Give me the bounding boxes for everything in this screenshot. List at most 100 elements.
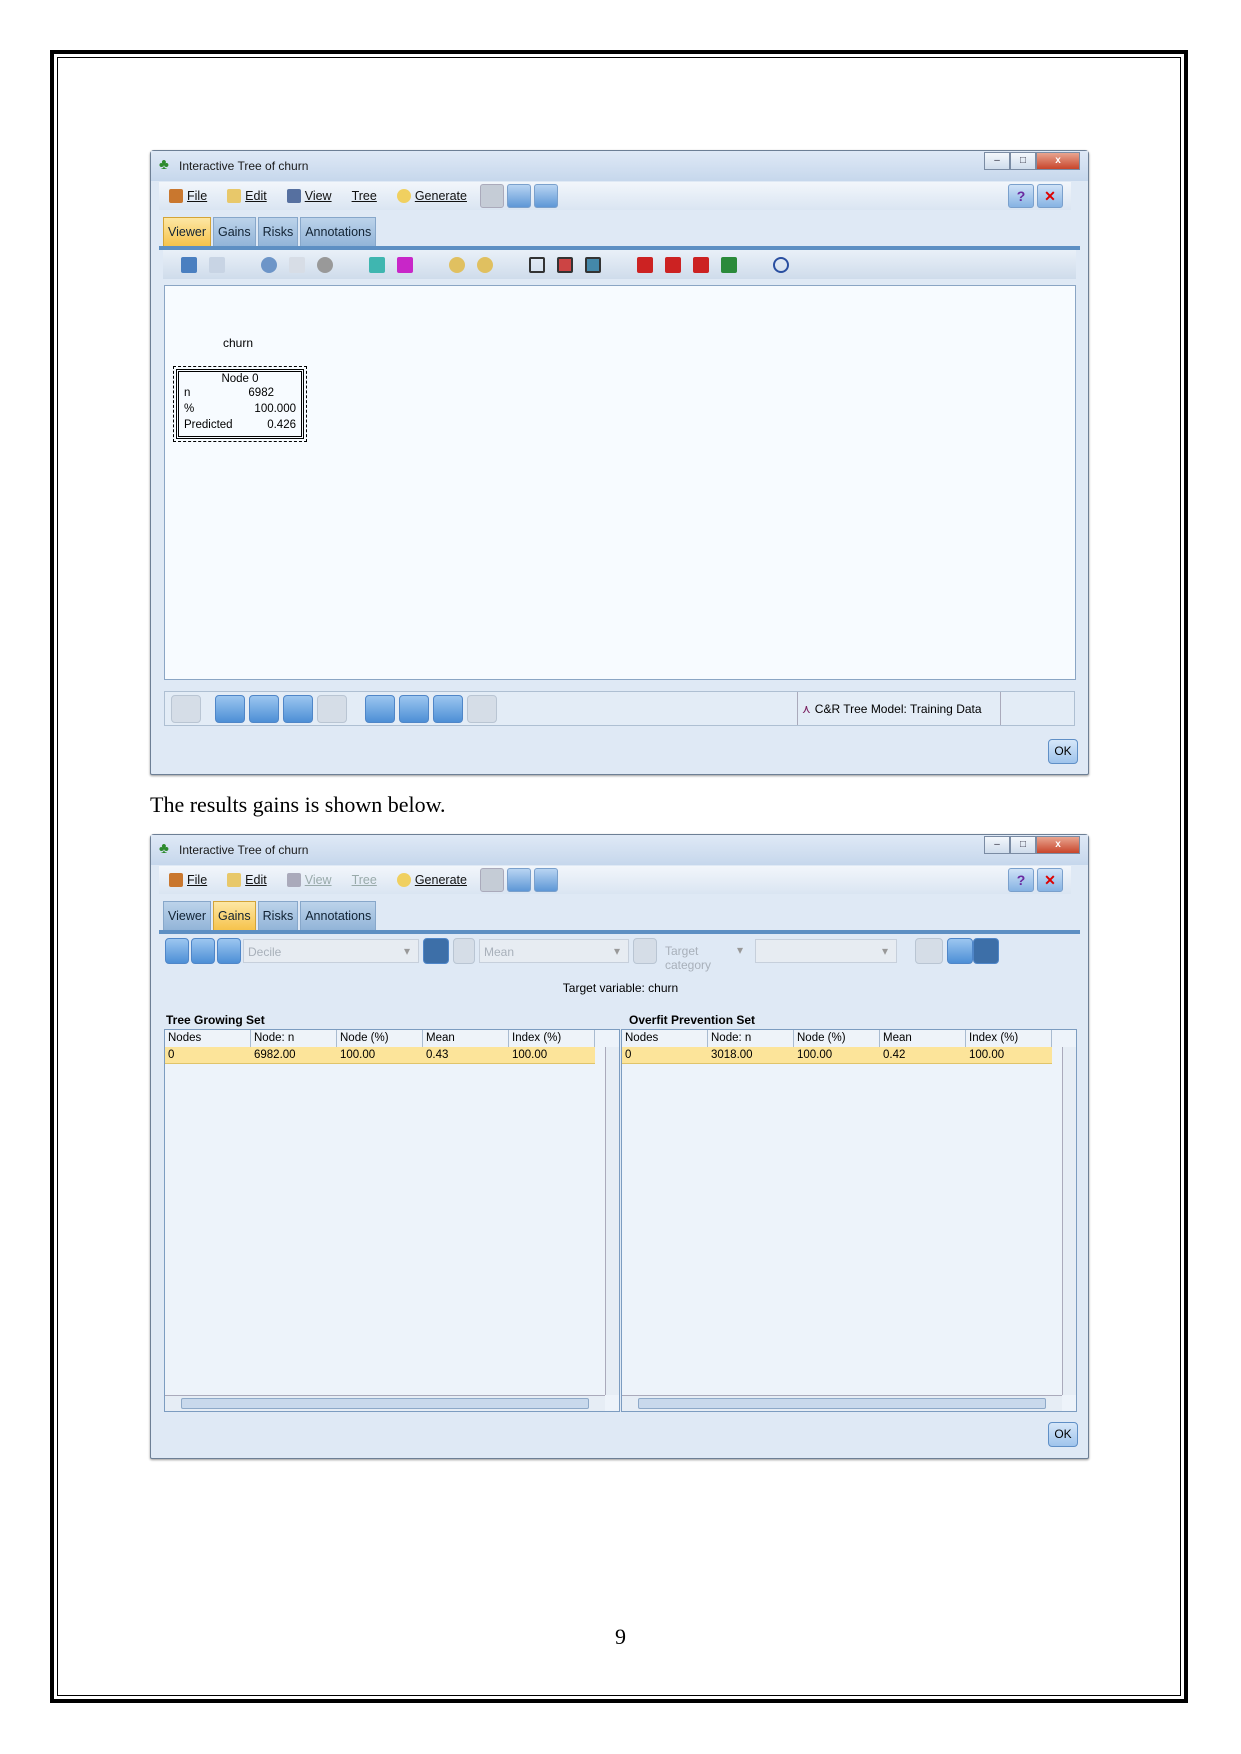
print-button[interactable] (506, 184, 531, 208)
ok-button[interactable]: OK (1048, 1422, 1078, 1447)
horizontal-scrollbar[interactable] (622, 1395, 1062, 1411)
tree-map-icon[interactable] (721, 256, 737, 273)
gains-toolbar: Decile Mean Target category (163, 936, 1076, 972)
graph-view-icon[interactable] (557, 256, 573, 273)
close-dialog-button[interactable]: ✕ (1037, 184, 1063, 208)
menu-generate[interactable]: Generate (396, 189, 467, 203)
quantiles-icon[interactable] (217, 937, 241, 964)
sort-descending-icon[interactable] (973, 937, 999, 964)
tab-viewer[interactable]: Viewer (163, 901, 211, 930)
node-title: Node 0 (221, 373, 259, 385)
column-node-percent[interactable]: Node (%) (794, 1030, 880, 1047)
generate-icon (396, 189, 411, 203)
summary-icon[interactable] (915, 937, 943, 964)
table-view-icon[interactable] (529, 256, 545, 273)
copy-icon[interactable] (209, 256, 225, 273)
minimize-button[interactable]: – (984, 836, 1010, 854)
column-index[interactable]: Index (%) (509, 1030, 595, 1047)
tree-top-down-icon[interactable] (637, 256, 653, 273)
help-button[interactable]: ? (1008, 868, 1034, 892)
tree-map-toggle-icon[interactable] (171, 694, 201, 723)
tree-right-left-icon[interactable] (665, 256, 681, 273)
tab-risks[interactable]: Risks (257, 217, 299, 246)
viewer-toolbar (163, 250, 1076, 279)
minimize-button[interactable]: – (984, 152, 1010, 170)
close-button[interactable]: x (1036, 152, 1080, 170)
menu-view[interactable]: View (286, 873, 332, 887)
window-title: Interactive Tree of churn (179, 159, 309, 173)
preview-button[interactable] (479, 868, 504, 892)
table-header: Nodes Node: n Node (%) Mean Index (%) (622, 1030, 1076, 1047)
grow-branch-one-icon[interactable] (399, 694, 429, 723)
table-view-icon[interactable] (423, 937, 449, 964)
preview-button[interactable] (479, 184, 504, 208)
tab-annotations[interactable]: Annotations (300, 217, 377, 246)
menu-tree[interactable]: Tree (352, 189, 377, 203)
column-node-n[interactable]: Node: n (251, 1030, 337, 1047)
undo-icon[interactable] (289, 256, 305, 273)
vertical-scrollbar[interactable] (605, 1047, 619, 1395)
column-nodes[interactable]: Nodes (165, 1030, 251, 1047)
info-icon[interactable] (773, 256, 789, 273)
maximize-button[interactable]: □ (1010, 152, 1036, 170)
table-row[interactable]: 0 6982.00 100.00 0.43 100.00 (165, 1047, 619, 1064)
menu-file[interactable]: File (169, 189, 207, 203)
mean-dropdown[interactable]: Mean (479, 938, 629, 963)
zoom-in-icon[interactable] (449, 256, 465, 273)
column-mean[interactable]: Mean (423, 1030, 509, 1047)
node-by-node-icon[interactable] (165, 937, 189, 964)
close-button[interactable]: x (1036, 836, 1080, 854)
grow-tree-icon[interactable] (215, 694, 245, 723)
column-mean[interactable]: Mean (880, 1030, 966, 1047)
ok-button[interactable]: OK (1048, 739, 1078, 764)
tab-viewer[interactable]: Viewer (163, 217, 211, 246)
generate-icon (396, 873, 411, 887)
help-button[interactable]: ? (1008, 184, 1034, 208)
sort-button[interactable] (533, 868, 558, 892)
tab-gains[interactable]: Gains (212, 901, 256, 930)
grow-tree-prune-icon[interactable] (249, 694, 279, 723)
remove-branch-icon[interactable] (433, 694, 463, 723)
print-icon[interactable] (181, 256, 197, 273)
tab-annotations[interactable]: Annotations (300, 901, 377, 930)
tree-node-0[interactable]: Node 0 n 6982 % 100.000 Predicted 0.426 (173, 366, 307, 442)
menu-generate[interactable]: Generate (396, 873, 467, 887)
menu-view[interactable]: View (286, 189, 332, 203)
print-button[interactable] (506, 868, 531, 892)
layout-top-icon[interactable] (369, 256, 385, 273)
chart-view-icon[interactable] (453, 937, 475, 964)
menu-tree[interactable]: Tree (352, 873, 377, 887)
tab-gains[interactable]: Gains (212, 217, 256, 246)
vertical-scrollbar[interactable] (1062, 1047, 1076, 1395)
menu-edit[interactable]: Edit (227, 873, 267, 887)
column-index[interactable]: Index (%) (966, 1030, 1052, 1047)
cumulative-icon[interactable] (191, 937, 215, 964)
grow-branch-icon[interactable] (283, 694, 313, 723)
horizontal-scrollbar[interactable] (165, 1395, 605, 1411)
tab-risks[interactable]: Risks (257, 901, 299, 930)
grow-one-level-icon[interactable] (317, 694, 347, 723)
remove-level-icon[interactable] (467, 694, 497, 723)
maximize-button[interactable]: □ (1010, 836, 1036, 854)
target-category-dropdown[interactable] (755, 938, 897, 963)
sort-button[interactable] (533, 184, 558, 208)
export-icon[interactable] (261, 256, 277, 273)
column-nodes[interactable]: Nodes (622, 1030, 708, 1047)
target-category-icon[interactable] (633, 937, 657, 964)
stop-icon[interactable] (317, 256, 333, 273)
grow-branch-custom-icon[interactable] (365, 694, 395, 723)
table-graph-view-icon[interactable] (585, 256, 601, 273)
table-row[interactable]: 0 3018.00 100.00 0.42 100.00 (622, 1047, 1076, 1064)
overfit-prevention-gains-table: Nodes Node: n Node (%) Mean Index (%) 03… (621, 1029, 1077, 1412)
close-dialog-button[interactable]: ✕ (1037, 868, 1063, 892)
zoom-out-icon[interactable] (477, 256, 493, 273)
menu-edit[interactable]: Edit (227, 189, 267, 203)
tree-left-right-icon[interactable] (693, 256, 709, 273)
layout-bottom-icon[interactable] (397, 256, 413, 273)
menu-file[interactable]: File (169, 873, 207, 887)
column-node-percent[interactable]: Node (%) (337, 1030, 423, 1047)
decile-dropdown[interactable]: Decile (243, 938, 419, 963)
sort-ascending-icon[interactable] (947, 937, 973, 964)
column-node-n[interactable]: Node: n (708, 1030, 794, 1047)
tree-growing-gains-table: Nodes Node: n Node (%) Mean Index (%) 06… (164, 1029, 620, 1412)
